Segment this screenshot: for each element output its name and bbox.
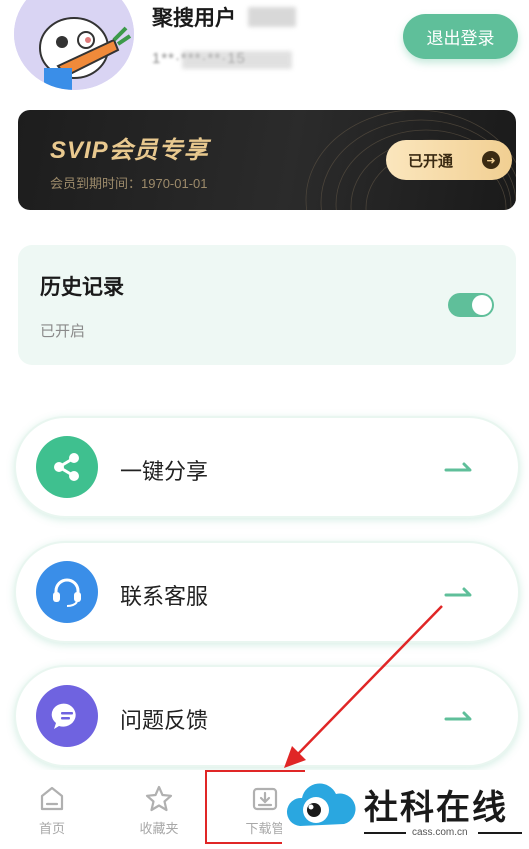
redaction-mask xyxy=(182,51,292,69)
menu-item-share[interactable]: 一键分享 xyxy=(14,416,520,518)
profile-header: 聚搜用户 1**·***·**·15 退出登录 xyxy=(0,0,529,100)
svip-button-label: 已开通 xyxy=(408,152,454,170)
menu-item-customer-service[interactable]: 联系客服 xyxy=(14,541,520,643)
nav-label: 首页 xyxy=(38,821,65,836)
menu-item-label: 联系客服 xyxy=(120,584,209,609)
menu-item-feedback[interactable]: 问题反馈 xyxy=(14,665,520,767)
bunny-avatar-icon xyxy=(14,0,134,90)
username-row: 聚搜用户 xyxy=(152,2,296,32)
watermark: 社科在线 cass.com.cn xyxy=(282,772,529,849)
menu-item-label: 问题反馈 xyxy=(120,708,209,733)
cloud-eye-logo-icon xyxy=(286,783,356,826)
arrow-right-icon xyxy=(444,711,472,721)
nav-item-home[interactable]: 首页 xyxy=(17,784,87,837)
avatar[interactable] xyxy=(14,0,134,90)
svip-title: SVIP会员专享 xyxy=(50,137,209,164)
username: 聚搜用户 xyxy=(152,7,236,30)
history-card: 历史记录 已开启 xyxy=(18,245,516,365)
star-icon xyxy=(145,785,173,812)
arrow-right-icon xyxy=(444,587,472,597)
svip-activated-button[interactable]: 已开通 ➜ xyxy=(386,140,512,180)
redaction-mask xyxy=(248,7,296,27)
toggle-knob xyxy=(472,295,492,315)
arrow-right-icon xyxy=(444,462,472,472)
watermark-domain: cass.com.cn xyxy=(412,827,468,838)
logout-button[interactable]: 退出登录 xyxy=(403,14,518,59)
share-icon xyxy=(36,436,98,498)
home-icon xyxy=(40,786,64,811)
menu-item-label: 一键分享 xyxy=(120,459,209,484)
headset-icon xyxy=(36,561,98,623)
chat-icon xyxy=(36,685,98,747)
history-status: 已开启 xyxy=(40,323,86,340)
svip-banner[interactable]: SVIP会员专享 会员到期时间：1970-01-01 已开通 ➜ xyxy=(18,110,516,210)
history-toggle[interactable] xyxy=(448,293,494,317)
user-id-row: 1**·***·**·15 xyxy=(152,50,292,69)
watermark-name: 社科在线 xyxy=(364,788,508,828)
watermark-divider xyxy=(364,832,406,834)
arrow-right-icon: ➜ xyxy=(482,151,500,169)
nav-item-favorites[interactable]: 收藏夹 xyxy=(124,784,194,837)
nav-label: 收藏夹 xyxy=(139,821,179,836)
svip-expire-date: 会员到期时间：1970-01-01 xyxy=(50,176,208,191)
watermark-divider xyxy=(478,832,522,834)
history-title: 历史记录 xyxy=(40,276,124,299)
